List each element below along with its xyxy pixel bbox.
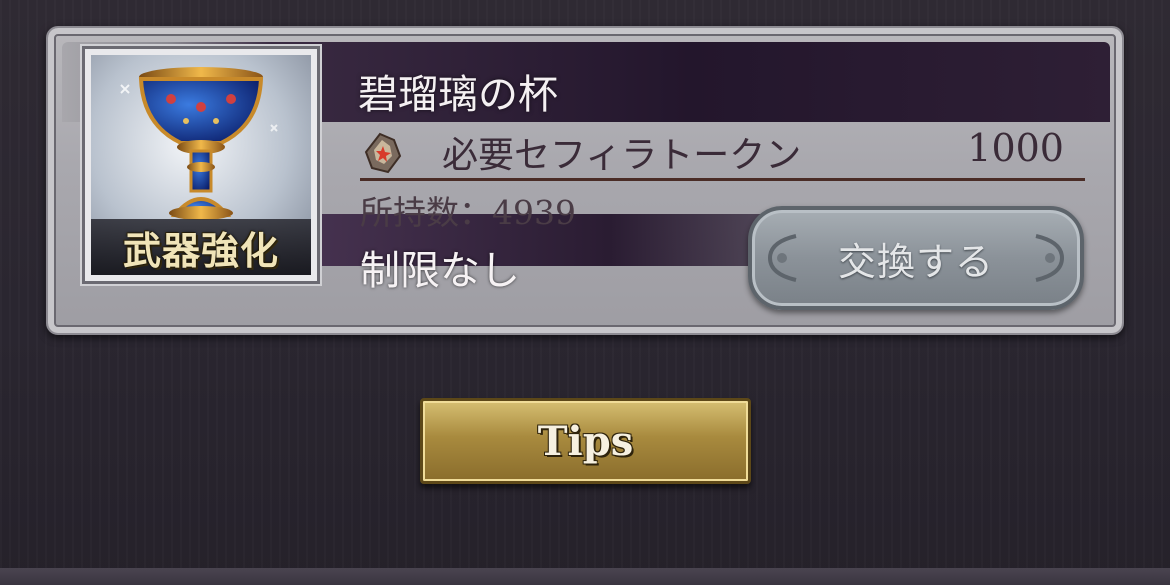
item-thumbnail[interactable]: 武器強化 — [82, 46, 320, 284]
tips-button-label: Tips — [537, 417, 634, 465]
exchange-limit-text: 制限なし — [360, 248, 520, 294]
owned-count-label: 所持数： — [360, 193, 492, 232]
exchange-button[interactable]: 交換する — [748, 206, 1084, 310]
divider — [360, 178, 1085, 181]
sephira-token-icon — [364, 132, 402, 174]
required-token-value: 1000 — [967, 126, 1064, 170]
item-category-badge: 武器強化 — [91, 219, 311, 275]
item-category-label: 武器強化 — [122, 228, 279, 273]
exchange-button-label: 交換する — [837, 239, 994, 284]
owned-count-value: 4939 — [492, 193, 576, 232]
item-name: 碧瑠璃の杯 — [358, 72, 558, 118]
ornament-right-icon — [1035, 234, 1065, 282]
bottom-bar — [0, 568, 1170, 585]
owned-count-row: 所持数：4939 — [360, 186, 576, 234]
ornament-left-icon — [767, 234, 797, 282]
tips-button[interactable]: Tips — [420, 398, 751, 484]
required-token-label: 必要セフィラトークン — [442, 135, 802, 176]
